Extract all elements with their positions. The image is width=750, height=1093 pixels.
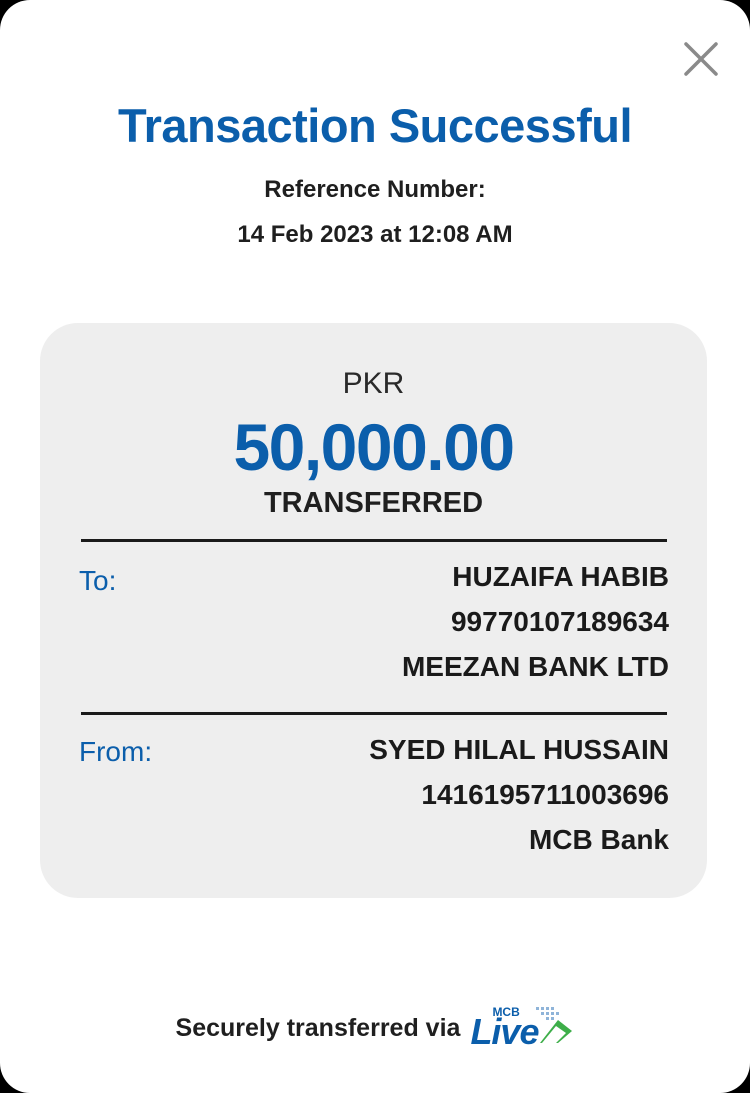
reference-number-label: Reference Number: [264,176,486,203]
divider [81,712,667,715]
amount-value: 50,000.00 [233,410,515,484]
footer: Securely transferred via MCB Live [0,1003,750,1053]
recipient-bank: MEEZAN BANK LTD [401,651,669,682]
page-title: Transaction Successful [117,99,633,152]
recipient-name: HUZAIFA HABIB [452,561,669,592]
recipient-account: 99770107189634 [450,606,669,637]
sender-bank: MCB Bank [528,824,669,855]
transaction-datetime: 14 Feb 2023 at 12:08 AM [237,221,513,248]
footer-text: Securely transferred via [175,1013,461,1042]
logo-word: Live [470,1011,539,1052]
transaction-card: PKR 50,000.00 TRANSFERRED To: HUZAIFA HA… [40,323,707,898]
mcb-live-logo: MCB Live [470,1005,574,1052]
from-label: From: [79,736,153,767]
sender-account: 1416195711003696 [421,779,669,810]
currency-label: PKR [342,367,405,400]
to-label: To: [79,565,117,596]
status-label: TRANSFERRED [263,487,484,519]
sender-name: SYED HILAL HUSSAIN [369,734,669,765]
divider [81,539,667,542]
receipt-screen: Transaction Successful Reference Number:… [0,0,750,1093]
close-icon[interactable] [682,40,720,78]
